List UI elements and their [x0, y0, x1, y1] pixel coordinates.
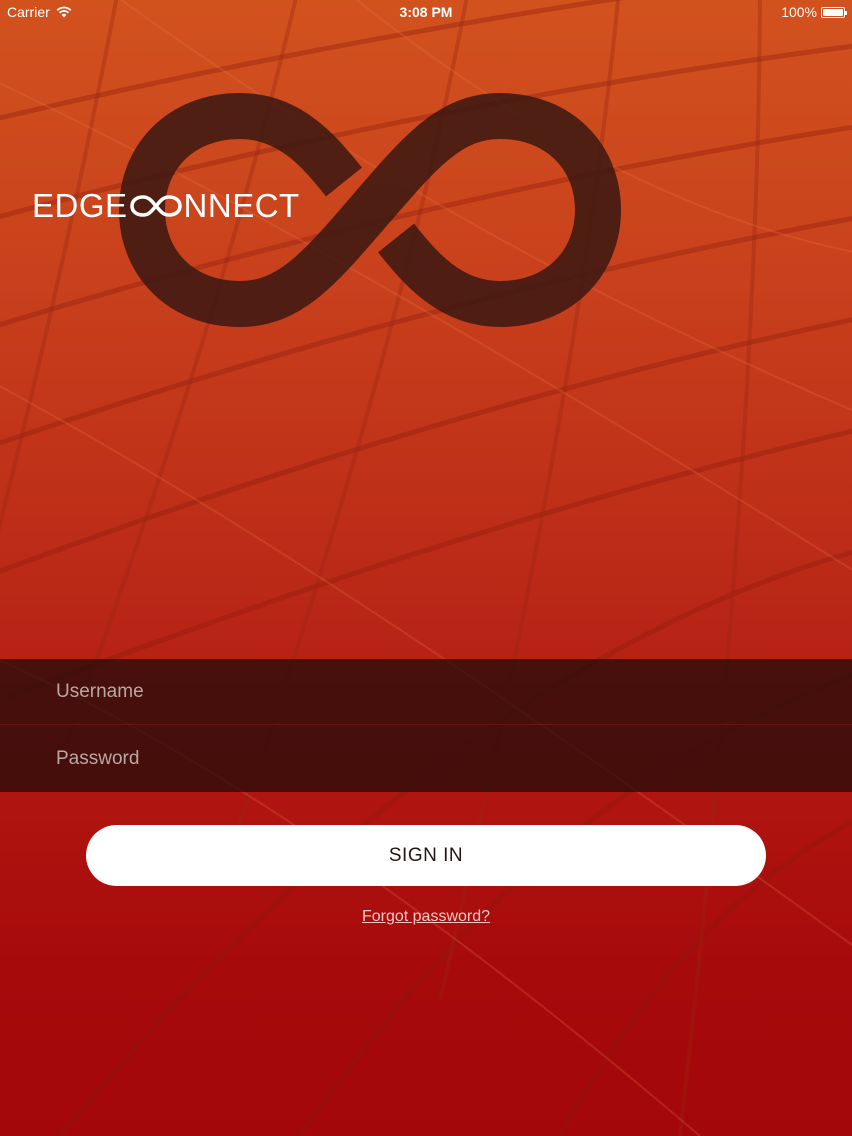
forgot-password-link[interactable]: Forgot password?	[0, 908, 852, 926]
username-field-row	[0, 659, 852, 725]
logo-text-start: EDGE	[32, 187, 128, 224]
logo-text-end: NNECT	[183, 187, 300, 224]
status-right: 100%	[781, 4, 847, 20]
username-input[interactable]	[56, 659, 816, 724]
login-screen: Carrier 3:08 PM 100% EDGE NNECT Username…	[0, 0, 852, 1136]
password-field-row	[0, 725, 852, 792]
battery-icon	[821, 6, 847, 18]
brand-logo: EDGE NNECT	[32, 186, 300, 226]
password-input[interactable]	[56, 725, 816, 792]
logo-infinity-glyph-icon	[129, 195, 182, 217]
status-time: 3:08 PM	[399, 4, 453, 20]
sign-in-button[interactable]: SIGN IN	[86, 825, 766, 886]
status-bar: Carrier 3:08 PM 100%	[0, 0, 852, 24]
battery-percent: 100%	[781, 4, 817, 20]
battery-fill	[823, 8, 843, 16]
